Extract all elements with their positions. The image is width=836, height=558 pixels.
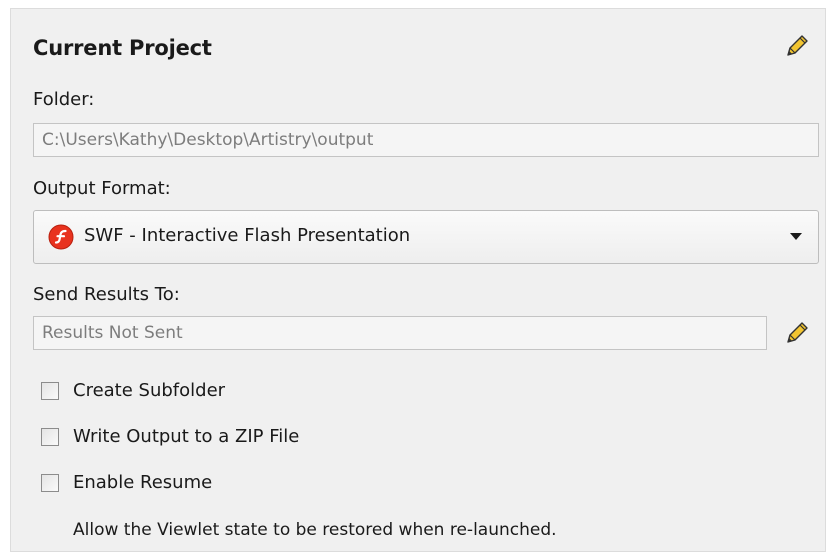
chevron-down-icon [790,233,802,240]
create-subfolder-label: Create Subfolder [73,380,226,401]
current-project-panel: Current Project Folder: C:\Users\Kathy\D… [10,8,826,552]
edit-project-pencil-icon[interactable] [784,33,810,59]
folder-field[interactable]: C:\Users\Kathy\Desktop\Artistry\output [33,123,819,157]
output-format-value: SWF - Interactive Flash Presentation [84,225,411,246]
output-format-label: Output Format: [33,178,171,199]
flash-icon [48,224,74,250]
folder-label: Folder: [33,89,95,110]
output-format-select[interactable]: SWF - Interactive Flash Presentation [33,210,819,264]
write-zip-checkbox[interactable] [41,428,59,446]
send-results-label: Send Results To: [33,284,180,305]
panel-title: Current Project [33,36,212,60]
edit-send-results-pencil-icon[interactable] [784,320,810,346]
enable-resume-label: Enable Resume [73,472,213,493]
send-results-field[interactable]: Results Not Sent [33,316,767,350]
create-subfolder-checkbox[interactable] [41,382,59,400]
enable-resume-hint: Allow the Viewlet state to be restored w… [73,520,557,540]
write-zip-label: Write Output to a ZIP File [73,426,300,447]
enable-resume-checkbox[interactable] [41,474,59,492]
